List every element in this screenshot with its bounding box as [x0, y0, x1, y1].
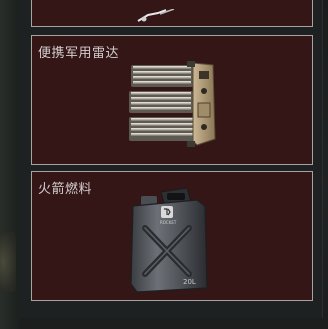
partial-item-icon	[137, 9, 175, 22]
inventory-slot-partial[interactable]	[31, 0, 313, 27]
inventory-slot-fuel[interactable]: 火箭燃料 ROCKET 20L	[31, 171, 313, 301]
inventory-slot-radar[interactable]: 便携军用雷达	[31, 35, 313, 165]
portable-radar-icon	[129, 61, 216, 147]
item-name: 便携军用雷达	[38, 46, 120, 61]
fuel-canister-icon: ROCKET 20L	[130, 187, 208, 293]
game-screen: 便携军用雷达 火箭燃料 ROCKET 20L	[0, 0, 328, 329]
svg-text:ROCKET: ROCKET	[160, 220, 177, 225]
background-scenery	[0, 0, 20, 329]
canister-capacity-label: 20L	[183, 278, 196, 286]
item-name: 火箭燃料	[38, 182, 93, 197]
background-object	[0, 232, 16, 292]
